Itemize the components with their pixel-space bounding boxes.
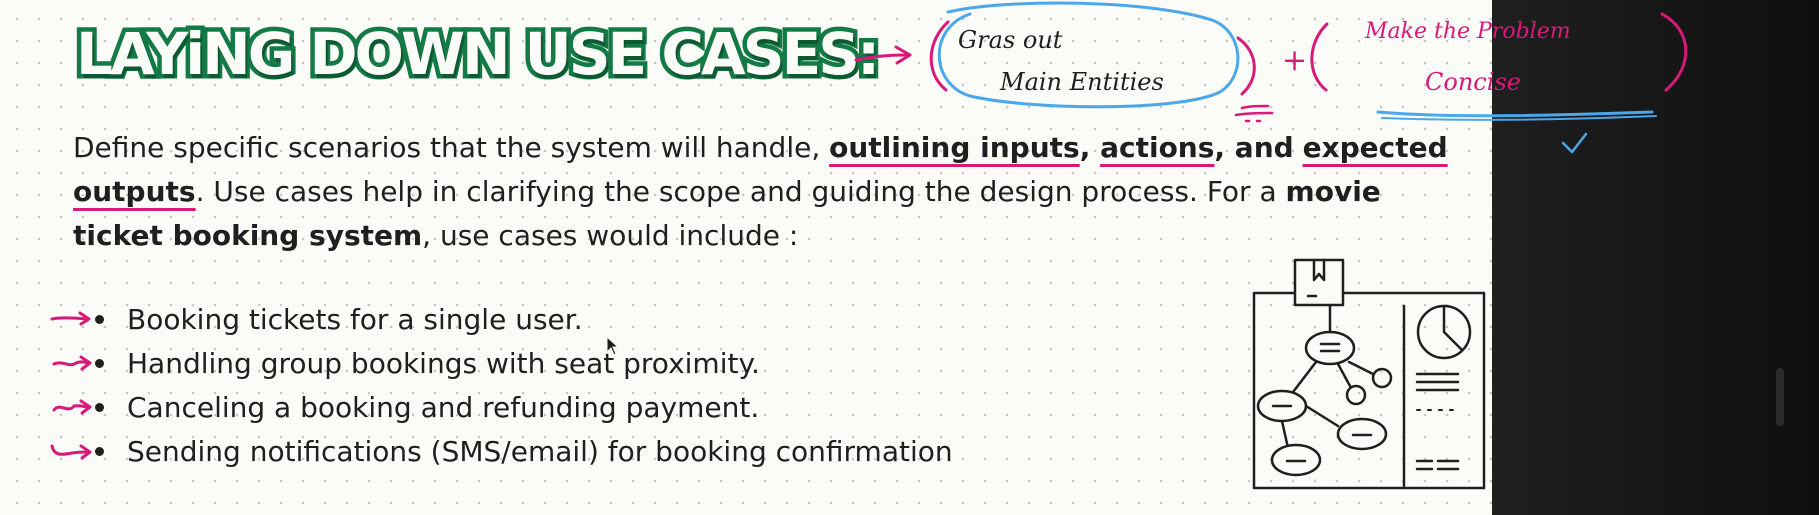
description-paragraph: Define specific scenarios that the syste… (73, 126, 1453, 258)
paragraph-separator (1294, 131, 1303, 164)
paragraph-text: , use cases would include : (422, 219, 799, 252)
list-item: Booking tickets for a single user. (50, 298, 1200, 342)
use-case-list: Booking tickets for a single user. Handl… (50, 298, 1200, 474)
hand-drawn-arrow-icon (52, 355, 92, 371)
use-case-text: Sending notifications (SMS/email) for bo… (127, 435, 953, 468)
slide-title: LAYiNG DOWN USE CASES: (71, 16, 884, 93)
paragraph-separator: , (1214, 131, 1235, 164)
emphasis-actions: actions (1100, 131, 1215, 164)
list-item: Canceling a booking and refunding paymen… (50, 386, 1200, 430)
scroll-handle[interactable] (1776, 368, 1784, 426)
paragraph-text: . Use cases help in clarifying the scope… (195, 175, 1286, 208)
bullet-dot (95, 359, 104, 368)
hand-drawn-arrow-icon (52, 399, 92, 415)
bullet-dot (95, 447, 104, 456)
use-case-text: Handling group bookings with seat proxim… (127, 347, 760, 380)
mouse-cursor-icon (606, 336, 620, 356)
use-case-text: Canceling a booking and refunding paymen… (127, 391, 760, 424)
bullet-dot (95, 315, 104, 324)
slide: LAYiNG DOWN USE CASES: Define specific s… (0, 0, 1492, 515)
hand-drawn-arrow-icon (50, 311, 91, 326)
use-case-text: Booking tickets for a single user. (127, 303, 583, 336)
bullet-dot (95, 403, 104, 412)
right-side-panel (1492, 0, 1819, 515)
emphasis-outlining-inputs: outlining inputs (829, 131, 1080, 164)
paragraph-separator: , (1079, 131, 1101, 164)
document-flowchart-icon (1252, 258, 1486, 490)
list-item: Handling group bookings with seat proxim… (50, 342, 1200, 386)
emphasis-and: and (1234, 131, 1294, 164)
hand-drawn-arrow-icon (50, 444, 92, 460)
list-item: Sending notifications (SMS/email) for bo… (50, 430, 1200, 474)
paragraph-text: Define specific scenarios that the syste… (73, 131, 830, 164)
